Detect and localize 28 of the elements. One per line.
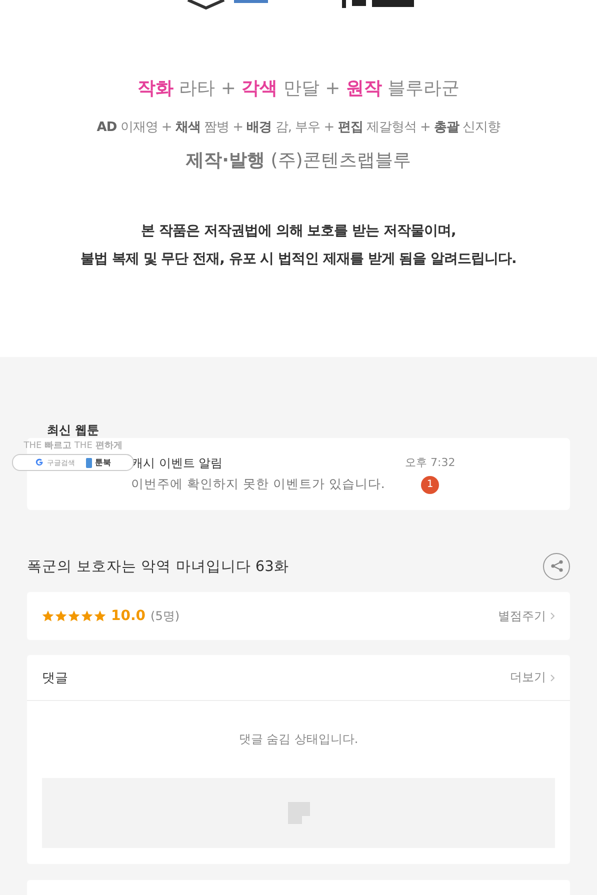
chevron-icon xyxy=(550,674,555,682)
widget-title: 최신 웹툰 xyxy=(46,422,100,439)
episode-title: 폭군의 보호자는 악역 마녀입니다 63화 xyxy=(27,558,289,576)
copyright-notice: 본 작품은 저작권법에 의해 보호를 받는 저작물이며, xyxy=(141,222,456,240)
share-button[interactable] xyxy=(543,552,570,580)
chevron-icon xyxy=(550,612,555,620)
hidden-comments-message: 댓글 숨김 상태입니다. xyxy=(238,731,360,748)
phone-icon xyxy=(86,458,92,468)
star-icon xyxy=(94,610,106,622)
rating-score: 10.0 xyxy=(111,608,146,624)
notification-message: 이번주에 확인하지 못한 이벤트가 있습니다. xyxy=(131,476,386,493)
star-icon xyxy=(42,610,54,622)
count-badge: 1 xyxy=(421,476,440,494)
notification-time: 오후 7:32 xyxy=(405,454,456,470)
rate-button[interactable]: 별점주기 xyxy=(498,608,555,624)
more-button[interactable]: 더보기 xyxy=(510,669,555,686)
share-icon xyxy=(550,559,564,573)
star-icon xyxy=(68,610,80,622)
google-icon xyxy=(35,458,44,467)
app-link[interactable]: 툰북 xyxy=(95,457,111,468)
star-icon xyxy=(81,610,93,622)
comments-title: 댓글 xyxy=(42,670,68,686)
rating-count: (5명) xyxy=(150,608,180,624)
credit-line: 작화 라타 + 각색 만달 + 원작 블루라군 xyxy=(137,77,460,100)
credit-line: AD 이재영 + 채색 짬병 + 배경 감, 부우 + 편집 제갈형석 + 총괄 신지향 xyxy=(96,119,500,136)
copyright-notice: 불법 복제 및 무단 전재, 유포 시 법적인 제재를 받게 됨을 알려드립니다. xyxy=(80,250,516,268)
star-icon xyxy=(55,610,67,622)
credit-line: 제작·발행 (주)콘텐츠랩블루 xyxy=(186,149,411,172)
